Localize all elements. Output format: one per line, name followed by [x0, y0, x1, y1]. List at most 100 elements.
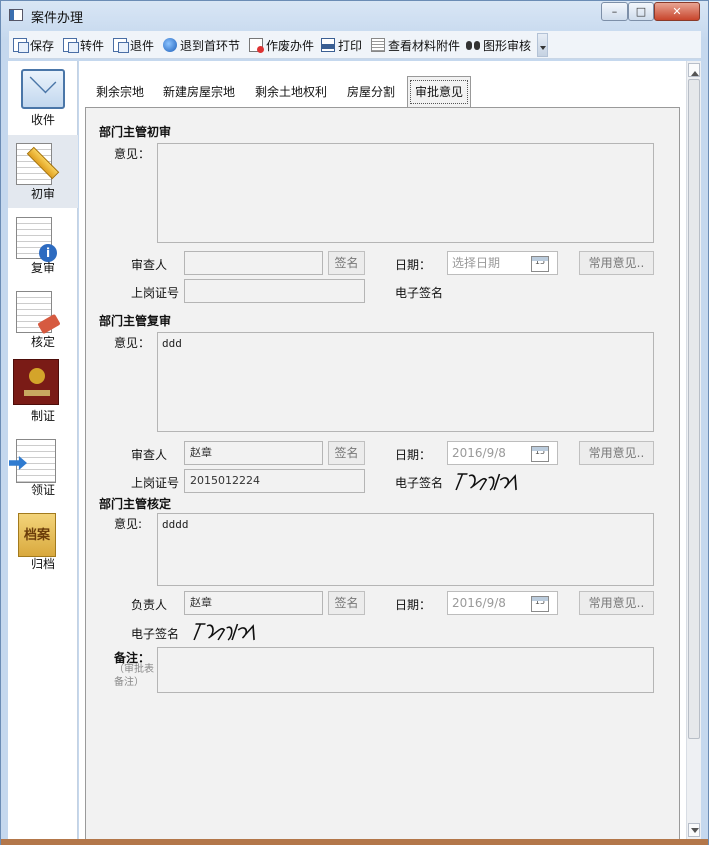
remark-sub-label-2: 备注） — [114, 677, 144, 688]
date-value: 2016/9/8 — [452, 596, 506, 610]
return-button[interactable]: 退件 — [113, 36, 154, 54]
section-title-initial: 部门主管初审 — [99, 125, 172, 139]
save-label: 保存 — [30, 38, 55, 53]
back-to-first-icon — [163, 38, 177, 52]
scroll-thumb[interactable] — [688, 79, 700, 739]
reviewer-label: 审查人 — [131, 448, 168, 462]
archive-icon-text: 档案 — [23, 528, 50, 543]
sidebar-item-re-review[interactable]: 复审 — [8, 209, 78, 282]
initial-reviewer-field[interactable] — [184, 251, 323, 275]
return-icon — [113, 38, 129, 53]
date-placeholder: 选择日期 — [452, 256, 501, 270]
sidebar-item-archive[interactable]: 档案 归档 — [8, 505, 78, 578]
cert-no-label: 上岗证号 — [131, 286, 180, 300]
sidebar-item-initial-review[interactable]: 初审 — [8, 135, 78, 208]
vertical-scrollbar[interactable] — [686, 61, 701, 839]
binoculars-icon — [466, 38, 480, 52]
envelope-icon — [21, 69, 65, 109]
certificate-book-icon — [13, 359, 59, 405]
remark-textarea[interactable] — [157, 647, 654, 693]
initial-sign-button[interactable]: 签名 — [328, 251, 365, 275]
reviewer-label: 审查人 — [131, 258, 168, 272]
app-window: 案件办理 – □ ✕ 保存 转件 退件 退到首环节 作废办件 打印 查看材料附件… — [0, 0, 709, 845]
sidebar-item-receive[interactable]: 收件 — [8, 61, 78, 134]
void-icon — [249, 38, 264, 53]
re-review-reviewer-field[interactable]: 赵章 — [184, 441, 323, 465]
graphic-review-button[interactable]: 图形审核 — [466, 36, 531, 54]
back-to-first-button[interactable]: 退到首环节 — [163, 36, 240, 54]
approve-date-picker[interactable]: 2016/9/8 15 — [447, 591, 558, 615]
attachment-label: 查看材料附件 — [388, 38, 461, 53]
handwritten-signature — [193, 623, 255, 641]
title-bar[interactable]: 案件办理 – □ ✕ — [1, 1, 708, 31]
attachment-button[interactable]: 查看材料附件 — [371, 36, 460, 54]
initial-cert-no-field[interactable] — [184, 279, 365, 303]
save-button[interactable]: 保存 — [13, 36, 54, 54]
print-label: 打印 — [338, 38, 363, 53]
main-content: 剩余宗地 新建房屋宗地 剩余土地权利 房屋分割 审批意见 部门主管初审 意见： … — [79, 61, 686, 839]
document-info-icon — [16, 217, 57, 262]
calendar-icon[interactable]: 15 — [531, 446, 549, 462]
transfer-button[interactable]: 转件 — [63, 36, 104, 54]
tab-house-split[interactable]: 房屋分割 — [347, 79, 395, 105]
date-label: 日期： — [395, 258, 432, 272]
void-button[interactable]: 作废办件 — [249, 36, 314, 54]
handwritten-signature — [455, 473, 517, 491]
save-icon — [13, 38, 29, 53]
tab-remaining-parcel[interactable]: 剩余宗地 — [96, 79, 144, 105]
re-review-cert-no-field[interactable]: 2015012224 — [184, 469, 365, 493]
esign-label: 电子签名 — [395, 476, 444, 490]
initial-common-opinion-button[interactable]: 常用意见.. — [579, 251, 654, 275]
transfer-label: 转件 — [80, 38, 105, 53]
return-label: 退件 — [130, 38, 155, 53]
esign-label: 电子签名 — [131, 627, 180, 641]
re-review-sign-button[interactable]: 签名 — [328, 441, 365, 465]
re-review-common-opinion-button[interactable]: 常用意见.. — [579, 441, 654, 465]
print-button[interactable]: 打印 — [321, 36, 362, 54]
approve-sign-button[interactable]: 签名 — [328, 591, 365, 615]
document-pencil-icon — [16, 143, 52, 185]
sidebar-item-label: 制证 — [30, 409, 55, 423]
date-label: 日期： — [395, 448, 432, 462]
void-label: 作废办件 — [266, 38, 315, 53]
window-title: 案件办理 — [31, 11, 84, 26]
sidebar-item-label: 初审 — [30, 187, 55, 201]
calendar-icon[interactable]: 15 — [531, 256, 549, 272]
re-review-opinion-textarea[interactable]: ddd — [157, 332, 654, 432]
window-bottom-edge — [1, 839, 708, 845]
tab-approval-opinion[interactable]: 审批意见 — [407, 76, 472, 107]
tab-remaining-land-rights[interactable]: 剩余土地权利 — [255, 79, 327, 105]
sidebar-item-collect-cert[interactable]: 领证 — [8, 431, 78, 504]
initial-date-picker[interactable]: 选择日期 15 — [447, 251, 558, 275]
back-to-first-label: 退到首环节 — [180, 38, 241, 53]
approve-responsible-field[interactable]: 赵章 — [184, 591, 323, 615]
approve-opinion-textarea[interactable]: dddd — [157, 513, 654, 586]
sidebar-item-issue-cert[interactable]: 制证 — [8, 357, 78, 430]
sidebar: 收件 初审 复审 核定 制证 领证 档案 归档 — [8, 61, 78, 839]
initial-opinion-textarea[interactable] — [157, 143, 654, 243]
section-title-approve: 部门主管核定 — [99, 497, 172, 511]
sidebar-item-approve[interactable]: 核定 — [8, 283, 78, 356]
scroll-up-arrow-icon[interactable] — [688, 63, 700, 77]
document-check-icon — [16, 291, 52, 333]
scroll-down-arrow-icon[interactable] — [688, 823, 700, 837]
opinion-label: 意见: — [114, 517, 143, 531]
attachment-icon — [371, 38, 385, 52]
calendar-icon[interactable]: 15 — [531, 596, 549, 612]
esign-label: 电子签名 — [395, 286, 444, 300]
date-value: 2016/9/8 — [452, 446, 506, 460]
document-arrow-icon — [16, 439, 56, 483]
graphic-review-label: 图形审核 — [483, 38, 532, 53]
app-icon — [9, 9, 23, 21]
close-button[interactable]: ✕ — [654, 2, 700, 21]
toolbar-overflow-button[interactable] — [537, 33, 548, 57]
maximize-button[interactable]: □ — [628, 2, 654, 21]
approve-common-opinion-button[interactable]: 常用意见.. — [579, 591, 654, 615]
tab-new-house-parcel[interactable]: 新建房屋宗地 — [163, 79, 235, 105]
re-review-date-picker[interactable]: 2016/9/8 15 — [447, 441, 558, 465]
sidebar-item-label: 核定 — [30, 335, 55, 349]
toolbar: 保存 转件 退件 退到首环节 作废办件 打印 查看材料附件 图形审核 — [9, 31, 701, 59]
minimize-button[interactable]: – — [601, 2, 628, 21]
transfer-icon — [63, 38, 79, 53]
cert-no-label: 上岗证号 — [131, 476, 180, 490]
